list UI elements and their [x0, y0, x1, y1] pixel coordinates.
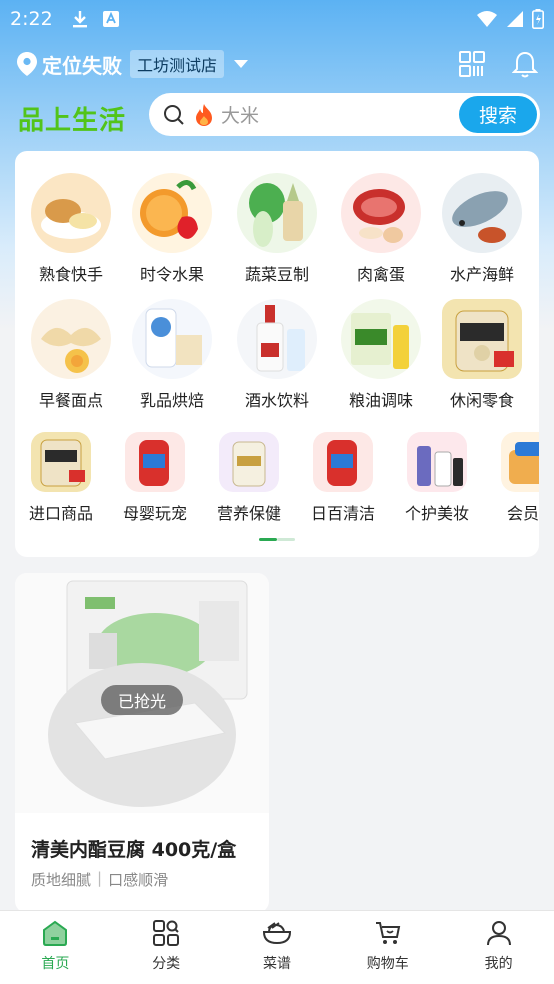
- sold-out-badge: 已抢光: [101, 685, 183, 715]
- product-tag: 口感顺滑: [108, 871, 169, 889]
- category-item[interactable]: 水产海鲜: [430, 173, 534, 285]
- category-label: 蔬菜豆制: [244, 265, 309, 284]
- category-label: 酒水饮料: [244, 391, 309, 410]
- tag-separator: |: [97, 869, 103, 887]
- category-item[interactable]: 蔬菜豆制: [225, 173, 329, 285]
- category-label: 母婴玩宠: [122, 504, 187, 523]
- category-label: 会员专: [506, 504, 539, 523]
- category-grid: 熟食快手 时令水果 蔬菜豆制 肉禽蛋 水产海鲜 早餐面点 乳品烘焙 酒水饮料 粮…: [15, 151, 539, 557]
- category-image: [501, 432, 539, 492]
- category-image: [132, 173, 212, 253]
- category-image: [237, 299, 317, 379]
- category-image: [132, 299, 212, 379]
- battery-icon: [532, 9, 544, 29]
- brand-logo: 品上生活: [18, 106, 127, 136]
- category-item[interactable]: 进口商品: [15, 432, 113, 524]
- category-label: 水产海鲜: [449, 265, 514, 284]
- category-image: [341, 299, 421, 379]
- search-bar[interactable]: 大米 搜索: [149, 93, 540, 136]
- bottom-nav: 首页 分类 菜谱 购物车 我的: [0, 910, 554, 984]
- search-placeholder: 大米: [221, 105, 260, 127]
- category-item[interactable]: 营养保健: [197, 432, 301, 524]
- page-dot-active: [259, 538, 277, 541]
- category-icon: [153, 920, 180, 946]
- product-tags: 质地细腻 | 口感顺滑: [31, 869, 168, 890]
- nav-label: 菜谱: [262, 956, 291, 972]
- category-image: [31, 299, 111, 379]
- nav-item-profile[interactable]: 我的: [443, 911, 554, 984]
- category-image: [31, 432, 91, 492]
- home-icon: [43, 920, 68, 946]
- category-item[interactable]: 休闲零食: [430, 299, 534, 411]
- signal-icon: [507, 11, 523, 27]
- category-label: 营养保健: [216, 504, 281, 523]
- category-item[interactable]: 时令水果: [120, 173, 224, 285]
- download-icon: [72, 11, 87, 28]
- nav-label: 我的: [484, 956, 513, 972]
- location-status[interactable]: 定位失败: [42, 50, 122, 79]
- category-item[interactable]: 会员专: [479, 432, 539, 524]
- page-indicator: [259, 538, 295, 541]
- notification-app-icon: [102, 11, 119, 27]
- wifi-icon: [477, 11, 497, 27]
- nav-item-category[interactable]: 分类: [111, 911, 222, 984]
- product-card[interactable]: 已抢光 清美内酯豆腐 400克/盒 质地细腻 | 口感顺滑: [15, 573, 269, 913]
- category-item[interactable]: 粮油调味: [329, 299, 433, 411]
- category-image: [313, 432, 373, 492]
- top-header: 定位失败 工坊测试店: [0, 44, 554, 84]
- category-label: 日百清洁: [310, 504, 375, 523]
- category-image: [125, 432, 185, 492]
- category-label: 个护美妆: [404, 504, 469, 523]
- search-button[interactable]: 搜索: [459, 96, 537, 133]
- status-bar: 2:22: [0, 0, 554, 38]
- recipe-icon: [262, 922, 291, 945]
- nav-item-recipe[interactable]: 菜谱: [222, 911, 333, 984]
- category-label: 乳品烘焙: [139, 391, 204, 410]
- scan-icon[interactable]: [458, 50, 486, 78]
- category-item[interactable]: 乳品烘焙: [120, 299, 224, 411]
- nav-item-home[interactable]: 首页: [0, 911, 111, 984]
- nav-label: 分类: [152, 956, 181, 972]
- category-item[interactable]: 个护美妆: [385, 432, 489, 524]
- bell-icon[interactable]: [512, 50, 538, 78]
- page-dot: [277, 538, 295, 541]
- category-label: 肉禽蛋: [356, 265, 405, 284]
- category-item[interactable]: 母婴玩宠: [103, 432, 207, 524]
- profile-icon: [486, 921, 511, 946]
- product-name[interactable]: 清美内酯豆腐 400克/盒: [31, 835, 236, 862]
- search-icon: [164, 104, 184, 125]
- category-item[interactable]: 肉禽蛋: [329, 173, 433, 285]
- nav-label: 首页: [41, 956, 70, 972]
- nav-label: 购物车: [366, 956, 409, 972]
- category-label: 粮油调味: [348, 391, 413, 410]
- category-label: 早餐面点: [38, 391, 103, 410]
- hot-fire-icon: [196, 103, 212, 126]
- category-item[interactable]: 熟食快手: [19, 173, 123, 285]
- category-image: [219, 432, 279, 492]
- category-image: [442, 299, 522, 379]
- category-label: 休闲零食: [449, 391, 514, 410]
- category-label: 进口商品: [28, 504, 93, 523]
- category-image: [237, 173, 317, 253]
- store-selector[interactable]: 工坊测试店: [130, 50, 225, 78]
- category-image: [407, 432, 467, 492]
- chevron-down-icon[interactable]: [232, 58, 250, 70]
- category-image: [442, 173, 522, 253]
- category-item[interactable]: 早餐面点: [19, 299, 123, 411]
- product-tag: 质地细腻: [31, 871, 92, 889]
- category-item[interactable]: 日百清洁: [291, 432, 395, 524]
- category-label: 熟食快手: [38, 265, 103, 284]
- status-time: 2:22: [10, 8, 53, 30]
- category-label: 时令水果: [139, 265, 204, 284]
- nav-item-cart[interactable]: 购物车: [332, 911, 443, 984]
- category-item[interactable]: 酒水饮料: [225, 299, 329, 411]
- category-image: [341, 173, 421, 253]
- category-image: [31, 173, 111, 253]
- cart-icon: [375, 922, 401, 944]
- location-pin-icon[interactable]: [16, 51, 38, 77]
